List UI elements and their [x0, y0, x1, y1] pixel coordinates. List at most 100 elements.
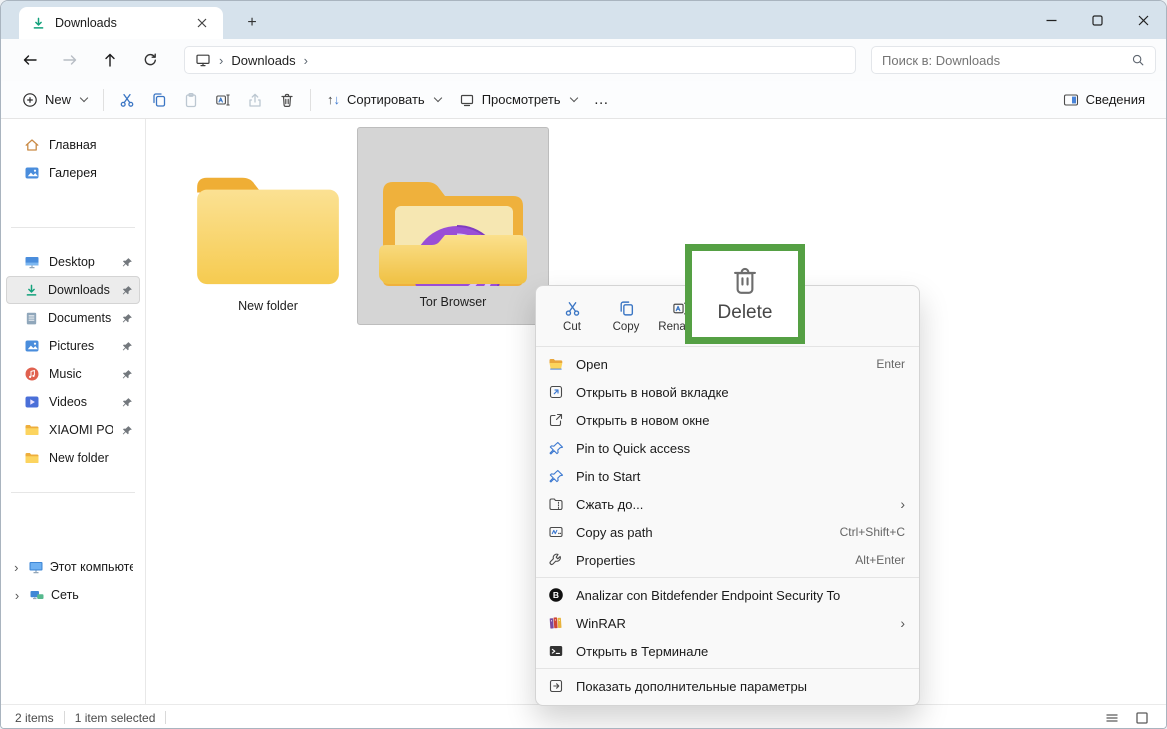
pin-icon: [122, 369, 133, 380]
sidebar-item-xiaomi-poco[interactable]: XIAOMI POCO F: [6, 416, 140, 444]
tab-close-icon[interactable]: [191, 12, 213, 34]
pin-icon: [122, 257, 133, 268]
winrar-icon: [548, 615, 564, 631]
download-icon: [31, 16, 46, 31]
maximize-button[interactable]: [1074, 1, 1120, 39]
new-tab-button[interactable]: +: [239, 10, 265, 36]
shortcut-label: Alt+Enter: [855, 553, 905, 567]
forward-button[interactable]: [55, 46, 85, 74]
folder-icon: [24, 422, 40, 438]
menu-item-winrar[interactable]: WinRAR ›: [536, 609, 919, 637]
sidebar: Главная Галерея Desktop: [1, 119, 146, 704]
sidebar-item-videos[interactable]: Videos: [6, 388, 140, 416]
file-name: Tor Browser: [420, 295, 487, 309]
sidebar-item-desktop[interactable]: Desktop: [6, 248, 140, 276]
shortcut-label: Ctrl+Shift+C: [840, 525, 905, 539]
menu-item-open-in-terminal[interactable]: Открыть в Терминале: [536, 637, 919, 665]
expand-chevron-icon[interactable]: ›: [11, 560, 22, 575]
sidebar-item-gallery[interactable]: Галерея: [6, 159, 140, 187]
menu-item-open-new-tab[interactable]: Открыть в новой вкладке: [536, 378, 919, 406]
menu-item-bitdefender-scan[interactable]: B Analizar con Bitdefender Endpoint Secu…: [536, 581, 919, 609]
sidebar-item-home[interactable]: Главная: [6, 131, 140, 159]
chevron-down-icon: [569, 94, 577, 102]
pictures-icon: [24, 338, 40, 354]
view-button[interactable]: Просмотреть: [450, 87, 586, 113]
divider: [103, 89, 104, 111]
network-icon: [29, 587, 45, 603]
menu-item-open[interactable]: Open Enter: [536, 350, 919, 378]
menu-item-pin-to-start[interactable]: Pin to Start: [536, 462, 919, 490]
address-bar[interactable]: › Downloads ›: [184, 46, 856, 74]
refresh-icon[interactable]: [135, 46, 165, 74]
menu-item-show-more-options[interactable]: Показать дополнительные параметры: [536, 672, 919, 700]
shortcut-label: Enter: [876, 357, 905, 371]
menu-item-pin-quick-access[interactable]: Pin to Quick access: [536, 434, 919, 462]
file-tile-new-folder[interactable]: New folder: [172, 131, 364, 329]
back-button[interactable]: [15, 46, 45, 74]
properties-wrench-icon: [548, 552, 564, 568]
sort-button[interactable]: ↑↓ Сортировать: [318, 87, 450, 112]
terminal-icon: [548, 643, 564, 659]
menu-item-open-new-window[interactable]: Открыть в новом окне: [536, 406, 919, 434]
copy-button[interactable]: [143, 85, 175, 115]
tab-label: Downloads: [55, 16, 117, 30]
delete-highlight-annotation[interactable]: Delete: [685, 244, 805, 344]
view-icon: [459, 92, 475, 108]
cut-button[interactable]: Cut: [546, 293, 598, 339]
gallery-icon: [24, 165, 40, 181]
sidebar-item-pictures[interactable]: Pictures: [6, 332, 140, 360]
divider: [11, 227, 135, 228]
sort-icon: ↑↓: [327, 93, 340, 106]
minimize-button[interactable]: [1028, 1, 1074, 39]
sidebar-item-this-pc[interactable]: › Этот компьютер: [6, 553, 140, 581]
items-count: 2 items: [15, 711, 54, 725]
rename-button[interactable]: [207, 85, 239, 115]
chevron-down-icon: [433, 94, 441, 102]
expand-chevron-icon[interactable]: ›: [11, 588, 23, 603]
divider: [11, 492, 135, 493]
pin-icon: [122, 397, 133, 408]
list-view-icon[interactable]: [1102, 708, 1122, 728]
search-box[interactable]: [871, 46, 1156, 74]
chevron-down-icon: [80, 94, 88, 102]
menu-item-properties[interactable]: Properties Alt+Enter: [536, 546, 919, 574]
chevron-right-icon[interactable]: ›: [304, 53, 308, 68]
more-options-button[interactable]: …: [586, 91, 618, 108]
search-icon[interactable]: [1131, 53, 1145, 67]
delete-button[interactable]: [271, 85, 303, 115]
large-icons-view-icon[interactable]: [1132, 708, 1152, 728]
plus-circle-icon: [22, 92, 38, 108]
file-name: New folder: [238, 299, 298, 313]
breadcrumb[interactable]: Downloads: [231, 53, 295, 68]
divider: [310, 89, 311, 111]
up-button[interactable]: [95, 46, 125, 74]
search-input[interactable]: [882, 53, 1131, 68]
sidebar-item-downloads[interactable]: Downloads: [6, 276, 140, 304]
file-tile-tor-browser[interactable]: Tor Browser: [357, 127, 549, 325]
menu-item-compress-to[interactable]: Сжать до... ›: [536, 490, 919, 518]
file-list-area[interactable]: New folder: [146, 119, 1166, 704]
sidebar-item-documents[interactable]: Documents: [6, 304, 140, 332]
command-toolbar: New ↑↓ Сортировать: [1, 81, 1166, 119]
new-button[interactable]: New: [13, 87, 96, 113]
share-button[interactable]: [239, 85, 271, 115]
menu-item-copy-as-path[interactable]: Copy as path Ctrl+Shift+C: [536, 518, 919, 546]
copy-button[interactable]: Copy: [600, 293, 652, 339]
copy-path-icon: [548, 524, 564, 540]
details-pane-button[interactable]: Сведения: [1054, 87, 1154, 113]
close-button[interactable]: [1120, 1, 1166, 39]
cut-button[interactable]: [111, 85, 143, 115]
copy-icon: [618, 300, 635, 317]
pin-icon: [122, 285, 133, 296]
compress-icon: [548, 496, 564, 512]
paste-button[interactable]: [175, 85, 207, 115]
desktop-icon: [24, 254, 40, 270]
titlebar: Downloads +: [1, 1, 1166, 39]
sidebar-item-new-folder[interactable]: New folder: [6, 444, 140, 472]
sidebar-item-network[interactable]: › Сеть: [6, 581, 140, 609]
show-more-icon: [548, 678, 564, 694]
videos-icon: [24, 394, 40, 410]
tab-downloads[interactable]: Downloads: [19, 7, 223, 39]
sidebar-item-music[interactable]: Music: [6, 360, 140, 388]
divider: [165, 711, 166, 724]
